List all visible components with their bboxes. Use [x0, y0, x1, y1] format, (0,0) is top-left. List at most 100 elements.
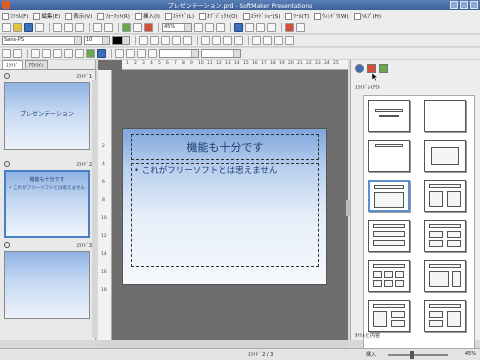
- redo-icon[interactable]: [104, 23, 113, 32]
- minimize-button[interactable]: [450, 1, 458, 9]
- layout-blank[interactable]: [424, 100, 466, 132]
- layout-icon[interactable]: [367, 64, 376, 73]
- arrow-icon[interactable]: [115, 49, 124, 58]
- design-icon[interactable]: [379, 64, 388, 73]
- tools-icon: [285, 12, 293, 20]
- tab-outline[interactable]: ｱｳﾄﾗｲﾝ: [24, 60, 48, 69]
- arrow-style-select[interactable]: [201, 49, 241, 58]
- layout-title-three-rows[interactable]: [368, 220, 410, 252]
- font-size-select[interactable]: 10: [84, 36, 110, 45]
- outdent-icon[interactable]: [285, 36, 294, 45]
- menu-slide[interactable]: ｽﾗｲﾄﾞ(L): [164, 12, 194, 20]
- align-center-icon[interactable]: [212, 36, 221, 45]
- italic-icon[interactable]: [150, 36, 159, 45]
- horizontal-scrollbar[interactable]: [98, 340, 348, 348]
- justify-icon[interactable]: [234, 36, 243, 45]
- slide-page[interactable]: 機能も十分です • これがフリーソフトとは思えません: [122, 128, 327, 285]
- help-icon: [353, 12, 361, 20]
- numbering-icon[interactable]: [263, 36, 272, 45]
- rectangle-icon[interactable]: [13, 49, 22, 58]
- menu-slideshow[interactable]: ｽﾗｲﾄﾞｼｮｰ(S): [242, 12, 280, 20]
- close-button[interactable]: [470, 1, 478, 9]
- layout-title-top[interactable]: [368, 140, 410, 172]
- insert-mode[interactable]: 挿入: [366, 351, 376, 358]
- help-toolbar-icon[interactable]: [296, 23, 305, 32]
- print-icon[interactable]: [35, 23, 44, 32]
- layout-content-side[interactable]: [424, 260, 466, 292]
- cut-icon[interactable]: [53, 23, 62, 32]
- align-left-icon[interactable]: [201, 36, 210, 45]
- group-icon[interactable]: [148, 49, 157, 58]
- spellcheck-icon[interactable]: [285, 23, 294, 32]
- ellipse-icon[interactable]: [53, 49, 62, 58]
- layout-title-and-content[interactable]: [368, 180, 410, 212]
- layout-two-content[interactable]: [424, 180, 466, 212]
- 3d-icon[interactable]: [137, 49, 146, 58]
- textframe-icon[interactable]: [64, 49, 73, 58]
- title-placeholder[interactable]: 機能も十分です: [131, 134, 319, 160]
- paste-icon[interactable]: [75, 23, 84, 32]
- edit-icon: [33, 12, 41, 20]
- notes-icon[interactable]: [256, 23, 265, 32]
- autoshape-icon[interactable]: [75, 49, 84, 58]
- slide-status-icon: [4, 73, 10, 79]
- thumbnail-scrollbar[interactable]: [92, 80, 96, 338]
- layout-six-content[interactable]: [368, 260, 410, 292]
- outline-icon[interactable]: [245, 23, 254, 32]
- menu-format[interactable]: ﾌｫｰﾏｯﾄ(R): [97, 12, 130, 20]
- superscript-icon[interactable]: [172, 36, 181, 45]
- slide-thumbnail-2[interactable]: 機能も十分です • これがフリーソフトとは思えません: [4, 170, 90, 238]
- handout-icon[interactable]: [267, 23, 276, 32]
- menu-tools[interactable]: ﾂｰﾙ(T): [285, 12, 309, 20]
- grid-icon[interactable]: [205, 23, 214, 32]
- font-name-select[interactable]: Sans-PS: [2, 36, 82, 45]
- chart-icon[interactable]: [133, 23, 142, 32]
- insert-icon: [134, 12, 142, 20]
- new-icon[interactable]: [2, 23, 11, 32]
- undo-icon[interactable]: [93, 23, 102, 32]
- picture-icon[interactable]: [144, 23, 153, 32]
- bullets-icon[interactable]: [252, 36, 261, 45]
- layout-grid-b[interactable]: [424, 300, 466, 332]
- menu-view[interactable]: 表示(V): [65, 12, 92, 20]
- slide-thumbnail-1[interactable]: プレゼンテーション: [4, 82, 90, 150]
- pointer-icon[interactable]: [2, 49, 11, 58]
- bold-icon[interactable]: [139, 36, 148, 45]
- underline-icon[interactable]: [161, 36, 170, 45]
- menu-insert[interactable]: 挿入(I): [134, 12, 160, 20]
- layout-grid-a[interactable]: [368, 300, 410, 332]
- line-icon[interactable]: [31, 49, 40, 58]
- fill-color-icon[interactable]: [86, 49, 95, 58]
- indent-icon[interactable]: [274, 36, 283, 45]
- zoom-slider-knob[interactable]: [410, 351, 414, 359]
- menu-edit[interactable]: 編集(E): [33, 12, 60, 20]
- ruler-icon[interactable]: [216, 23, 225, 32]
- menu-window[interactable]: ｳｨﾝﾄﾞｳ(W): [314, 12, 349, 20]
- layout-four-content[interactable]: [424, 220, 466, 252]
- zoom-select[interactable]: 45%: [162, 23, 192, 32]
- slide-thumbnail-3[interactable]: [4, 251, 90, 319]
- slideshow-start-icon[interactable]: [234, 23, 243, 32]
- body-placeholder[interactable]: • これがフリーソフトとは思えません: [131, 163, 319, 267]
- curve-icon[interactable]: [42, 49, 51, 58]
- menu-help[interactable]: ﾍﾙﾌﾟ(H): [353, 12, 381, 20]
- menu-object[interactable]: ｵﾌﾞｼﾞｪｸﾄ(O): [198, 12, 238, 20]
- menu-file[interactable]: ﾌｧｲﾙ(F): [2, 12, 28, 20]
- copy-icon[interactable]: [64, 23, 73, 32]
- shadow-icon[interactable]: [126, 49, 135, 58]
- line-color-icon[interactable]: [97, 49, 106, 58]
- layout-content-only[interactable]: [424, 140, 466, 172]
- maximize-button[interactable]: [460, 1, 468, 9]
- layout-title-only[interactable]: [368, 100, 410, 132]
- info-icon[interactable]: [355, 64, 364, 73]
- save-icon[interactable]: [24, 23, 33, 32]
- zoom-slider[interactable]: [388, 354, 448, 356]
- align-right-icon[interactable]: [223, 36, 232, 45]
- line-style-select[interactable]: [159, 49, 199, 58]
- tab-slides[interactable]: ｽﾗｲﾄﾞ: [2, 60, 23, 69]
- open-icon[interactable]: [13, 23, 22, 32]
- text-color-select[interactable]: [112, 36, 130, 45]
- subscript-icon[interactable]: [183, 36, 192, 45]
- fullscreen-icon[interactable]: [194, 23, 203, 32]
- table-icon[interactable]: [122, 23, 131, 32]
